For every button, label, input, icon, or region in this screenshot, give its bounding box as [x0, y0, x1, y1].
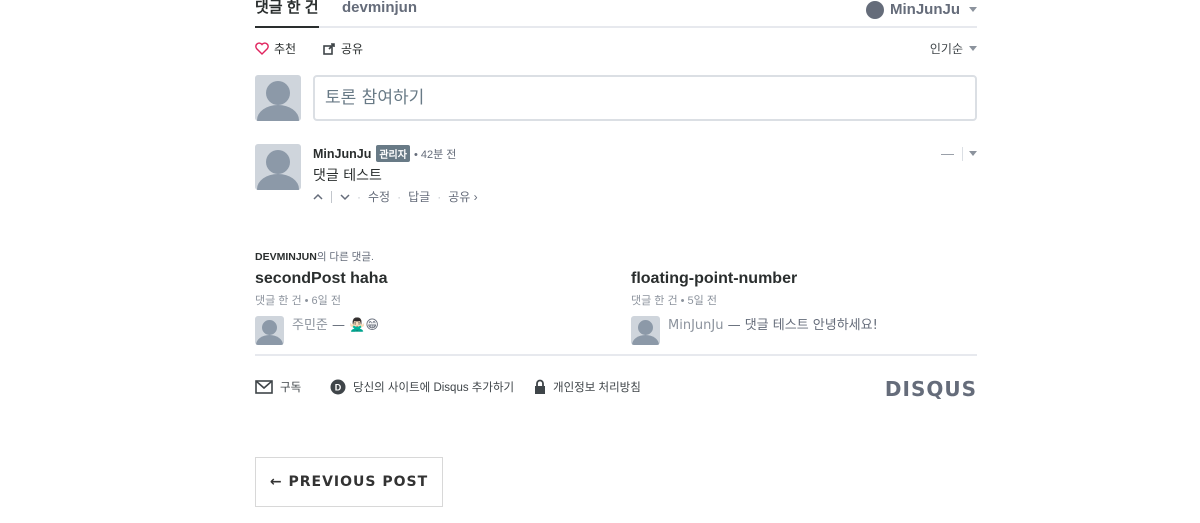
svg-text:D: D	[335, 383, 342, 393]
privacy-label: 개인정보 처리방침	[553, 382, 641, 394]
share-label: 공유	[341, 42, 364, 56]
recommend-label: 추천	[274, 42, 297, 56]
comment-header: MinJunJu 관리자 • 42분 전	[313, 145, 456, 162]
thread-nav: 댓글 한 건 devminjun MinJunJu	[255, 0, 977, 28]
moderator-badge: 관리자	[376, 145, 410, 162]
rec-snippet-text: — 댓글 테스트 안녕하세요!	[723, 318, 878, 333]
dot-separator: ·	[357, 189, 361, 204]
share-icon	[323, 43, 335, 55]
disqus-footer: 구독 D 당신의 사이트에 Disqus 추가하기 개인정보 처리방침 DISQ…	[255, 376, 977, 401]
vote-divider	[331, 190, 332, 203]
comment-footer: · 수정 · 답글 · 공유 ›	[313, 188, 478, 205]
recommendation-card[interactable]: secondPost haha 댓글 한 건 • 6일 전 주민준 — 🙅🏻‍♂…	[255, 270, 595, 345]
more-from-forum-heading: DEVMINJUN의 다른 댓글.	[255, 249, 374, 264]
privacy-link[interactable]: 개인정보 처리방침	[534, 379, 641, 395]
user-name: MinJunJu	[890, 0, 960, 18]
share-button[interactable]: 공유	[323, 40, 363, 57]
comment-input[interactable]: 토론 참여하기	[313, 75, 977, 121]
menu-divider	[962, 146, 963, 161]
comment-author[interactable]: MinJunJu	[313, 147, 371, 161]
chevron-down-icon	[969, 6, 977, 12]
collapse-button[interactable]: —	[941, 146, 954, 161]
composer-avatar	[255, 75, 301, 121]
more-suffix: 의 다른 댓글.	[316, 251, 374, 263]
dot-separator: ·	[437, 189, 442, 204]
rec-avatar	[255, 316, 284, 345]
rec-snippet[interactable]: 주민준 — 🙅🏻‍♂️😁	[292, 314, 379, 333]
heart-icon	[255, 42, 269, 55]
rec-title[interactable]: secondPost haha	[255, 270, 595, 288]
add-disqus-label: 당신의 사이트에 Disqus 추가하기	[353, 382, 515, 394]
comment-body: 댓글 테스트	[313, 168, 382, 184]
rec-meta: 댓글 한 건 • 5일 전	[631, 295, 717, 307]
recommend-button[interactable]: 추천	[255, 40, 296, 57]
comment-time[interactable]: • 42분 전	[414, 146, 456, 162]
upvote-icon[interactable]	[313, 193, 323, 201]
thread-actions: 추천 공유 인기순	[255, 40, 977, 60]
rec-avatar	[631, 316, 660, 345]
lock-icon	[535, 379, 545, 394]
downvote-icon[interactable]	[340, 193, 350, 201]
subscribe-link[interactable]: 구독	[255, 379, 301, 395]
disqus-logo[interactable]: DISQUS	[885, 377, 977, 401]
sort-dropdown[interactable]: 인기순	[930, 40, 977, 57]
sort-label: 인기순	[929, 42, 963, 56]
forum-name[interactable]: DEVMINJUN	[255, 251, 317, 263]
rec-commenter: MinJunJu	[668, 318, 724, 333]
dot-separator: ·	[397, 189, 402, 204]
tab-comments[interactable]: 댓글 한 건	[255, 0, 319, 28]
tab-forum[interactable]: devminjun	[342, 0, 417, 16]
rec-title[interactable]: floating-point-number	[631, 270, 971, 288]
user-avatar-icon	[866, 1, 884, 19]
rec-snippet[interactable]: MinJunJu — 댓글 테스트 안녕하세요!	[668, 314, 878, 333]
rec-meta: 댓글 한 건 • 6일 전	[255, 295, 341, 307]
user-menu[interactable]: MinJunJu	[866, 0, 977, 19]
chevron-down-icon	[969, 46, 977, 51]
comment-menu: —	[941, 146, 977, 161]
recommendation-card[interactable]: floating-point-number 댓글 한 건 • 5일 전 MinJ…	[631, 270, 971, 345]
divider	[255, 354, 977, 356]
rec-snippet-text: — 🙅🏻‍♂️😁	[327, 318, 379, 333]
previous-post-button[interactable]: ← PREVIOUS POST	[255, 457, 443, 507]
reply-link[interactable]: 답글	[408, 188, 430, 205]
disqus-logo-icon: D	[330, 379, 346, 395]
subscribe-label: 구독	[280, 382, 302, 394]
comment-avatar[interactable]	[255, 144, 301, 190]
envelope-icon	[255, 380, 273, 394]
edit-link[interactable]: 수정	[368, 188, 390, 205]
add-disqus-link[interactable]: D 당신의 사이트에 Disqus 추가하기	[330, 379, 514, 395]
share-link[interactable]: 공유 ›	[448, 188, 477, 205]
rec-commenter: 주민준	[292, 318, 328, 333]
chevron-down-icon[interactable]	[969, 151, 977, 156]
